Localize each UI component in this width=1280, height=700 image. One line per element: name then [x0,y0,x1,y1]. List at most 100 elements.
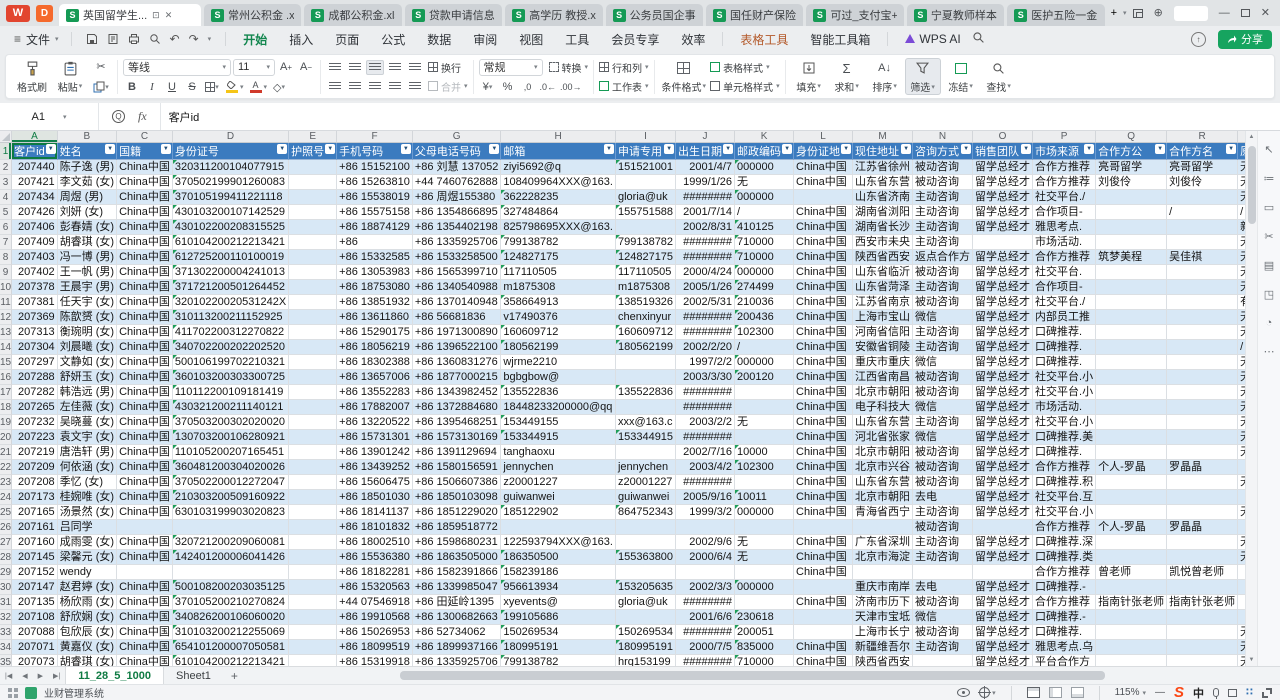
cell[interactable]: 主动咨询 [913,505,973,520]
cell[interactable]: China中国 [117,220,173,235]
cell[interactable]: 被动咨询 [913,265,973,280]
cell[interactable]: 207381 [12,295,58,310]
cell[interactable]: China中国 [794,295,853,310]
cell[interactable] [1096,400,1167,415]
cell[interactable]: 000000 [735,265,794,280]
row-header[interactable]: 11 [0,295,12,310]
cell[interactable]: China中国 [794,505,853,520]
cell[interactable]: 合作方推荐 [1033,565,1096,580]
cell[interactable] [289,505,337,520]
cell[interactable] [1096,205,1167,220]
cell[interactable]: +86 1395468251 [413,415,501,430]
cell[interactable]: 320311200104077915 [173,160,289,175]
cell[interactable]: 2003/2/2 [676,415,735,430]
cell[interactable]: 200436 [735,310,794,325]
cell[interactable]: 刘晨曦 (女) [58,340,117,355]
column-header[interactable]: 身份证地▼ [794,143,853,160]
cell[interactable] [289,370,337,385]
column-header[interactable]: 国籍▼ [117,143,173,160]
cell[interactable] [1167,295,1238,310]
cell[interactable]: 207173 [12,490,58,505]
redo-icon[interactable]: ↷ [189,32,199,46]
cell[interactable]: 留学总经才 [973,505,1033,520]
column-header[interactable]: 原中介机▼ [1238,143,1245,160]
cell[interactable]: 无 [735,415,794,430]
cell[interactable]: 630103199903020823 [173,505,289,520]
cell[interactable]: 2000/7/5 [676,640,735,655]
cell[interactable]: China中国 [794,220,853,235]
cell[interactable]: 207409 [12,235,58,250]
cell[interactable]: 2002/3/3 [676,580,735,595]
cell[interactable]: z20001227 [501,475,616,490]
cell[interactable] [1096,280,1167,295]
cell[interactable]: +86 15575158 [337,205,413,220]
cell[interactable]: 北京市兴谷 [853,460,913,475]
cell[interactable]: 社交平台./ [1033,190,1096,205]
cell[interactable]: 被动咨询 [913,370,973,385]
row-header[interactable]: 26 [0,520,12,535]
column-header[interactable]: 咨询方式▼ [913,143,973,160]
cell[interactable]: 2003/4/2 [676,460,735,475]
cell[interactable]: 108409964XXX@163. [501,175,616,190]
cell[interactable]: 返点合作方 [913,250,973,265]
cell[interactable]: z20001227 [616,475,676,490]
cell[interactable] [616,610,676,625]
row-header[interactable]: 29 [0,565,12,580]
cell[interactable]: 留学总经才 [973,340,1033,355]
cell[interactable]: 社交平台./ [1033,295,1096,310]
cell[interactable]: 207288 [12,370,58,385]
wps-ai-button[interactable]: WPS AI [894,29,971,49]
cell[interactable]: China中国 [794,370,853,385]
cell[interactable]: China中国 [794,595,853,610]
cell[interactable]: 110112200109181419 [173,385,289,400]
cell[interactable]: China中国 [117,445,173,460]
cell[interactable]: 主动咨询 [913,205,973,220]
cell[interactable]: 000000 [735,580,794,595]
menu-tab[interactable]: 数据 [416,28,462,51]
filter-dropdown-icon[interactable]: ▼ [46,144,56,154]
cell[interactable]: +86 13220522 [337,415,413,430]
tab-table-tools[interactable]: 表格工具 [729,28,799,51]
cell[interactable]: +86 52734062 [413,625,501,640]
cell[interactable]: 410125 [735,220,794,235]
cell[interactable]: 社交平台.小 [1033,370,1096,385]
cell[interactable]: 梁馨元 (女) [58,550,117,565]
column-header[interactable]: 父母电话号码▼ [413,143,501,160]
cell[interactable]: China中国 [117,175,173,190]
add-sheet-button[interactable]: + [223,669,246,683]
cell[interactable]: +86 15332585 [337,250,413,265]
cell[interactable] [289,550,337,565]
cell[interactable]: 留学总经才 [973,610,1033,625]
copy-icon[interactable]: ▾ [92,79,110,94]
column-letter[interactable]: L [794,131,853,143]
cell[interactable] [1096,340,1167,355]
cell[interactable]: 无 [1238,190,1245,205]
cell[interactable]: +86 18874129 [337,220,413,235]
percent-button[interactable]: % [499,80,517,95]
cell[interactable]: 合作项目- [1033,205,1096,220]
cell[interactable]: 207209 [12,460,58,475]
cell[interactable]: gloria@uk [616,190,676,205]
cell[interactable] [1167,430,1238,445]
cell[interactable]: +86 13851932 [337,295,413,310]
cell[interactable]: 000000 [735,160,794,175]
cell[interactable]: wendy [58,565,117,580]
cell[interactable]: 799138782 [501,235,616,250]
row-header[interactable]: 17 [0,385,12,400]
cell[interactable]: 去电 [913,580,973,595]
cell[interactable]: 留学总经才 [973,415,1033,430]
ime-grid-icon[interactable]: ∷ [1246,687,1253,698]
cell[interactable]: 留学总经才 [973,325,1033,340]
column-header[interactable]: 市场来源▼ [1033,143,1096,160]
cell[interactable]: 207426 [12,205,58,220]
cell[interactable]: 430321200211140121 [173,400,289,415]
cell[interactable]: +86 1859518772 [413,520,501,535]
column-letter[interactable]: B [58,131,117,143]
cell[interactable] [289,355,337,370]
cell[interactable]: +86 18002510 [337,535,413,550]
cell[interactable]: China中国 [794,460,853,475]
cell[interactable]: China中国 [794,445,853,460]
cell[interactable]: 山东省东营 [853,475,913,490]
cell[interactable] [913,655,973,666]
settings-sliders-icon[interactable]: ≔ [1264,172,1275,185]
